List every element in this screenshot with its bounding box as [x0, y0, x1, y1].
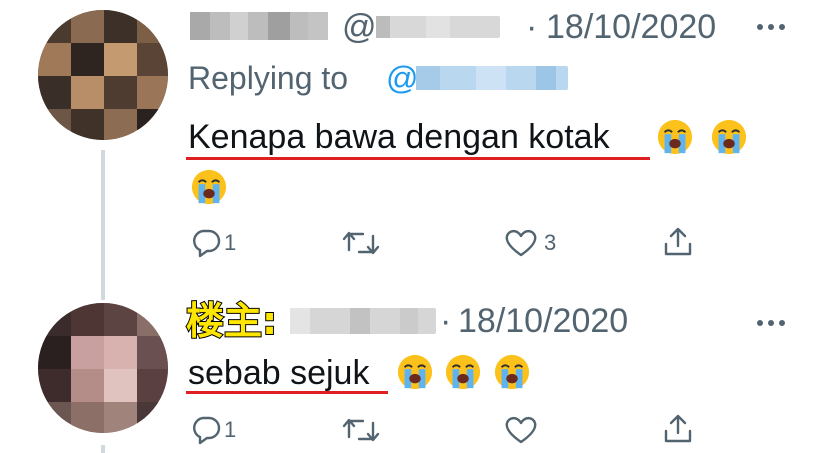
thread-owner-label: 楼主: [185, 299, 278, 343]
mention-redacted[interactable] [416, 66, 568, 90]
tweet-date[interactable]: 18/10/2020 [458, 304, 628, 338]
avatar[interactable] [38, 10, 168, 140]
replying-to-mention[interactable]: @ [386, 62, 418, 94]
avatar[interactable] [38, 303, 168, 433]
crying-face-icon [397, 354, 433, 390]
like-count: 3 [544, 230, 557, 255]
reply-count: 1 [224, 230, 237, 255]
reply-icon [193, 416, 221, 445]
tweet-date[interactable]: 18/10/2020 [546, 10, 716, 44]
handle-redacted[interactable] [376, 16, 500, 38]
crying-face-icon [494, 354, 530, 390]
highlight-underline [186, 391, 388, 394]
crying-face-icon [191, 169, 227, 205]
thread-connector-tail [101, 445, 105, 453]
retweet-button[interactable] [342, 415, 380, 445]
retweet-icon [342, 231, 380, 255]
display-name-redacted[interactable] [190, 12, 328, 40]
thread-connector [101, 150, 105, 300]
like-button[interactable]: 3 [504, 228, 556, 258]
crying-face-icon [711, 119, 747, 155]
date-separator: · [526, 8, 538, 46]
tweet-text: sebab sejuk [188, 354, 370, 392]
like-icon [505, 416, 537, 444]
crying-face-icon [445, 354, 481, 390]
display-name-redacted[interactable] [290, 308, 436, 334]
more-icon[interactable] [756, 316, 786, 328]
reply-count: 1 [224, 417, 237, 442]
like-button[interactable] [504, 415, 538, 445]
date-separator: · [440, 302, 452, 340]
more-icon[interactable] [756, 20, 786, 32]
like-icon [505, 229, 537, 257]
tweet-text: Kenapa bawa dengan kotak [188, 118, 610, 156]
share-button[interactable] [662, 226, 694, 258]
share-button[interactable] [662, 413, 694, 445]
share-icon [664, 414, 692, 443]
replying-to-label: Replying to [188, 60, 349, 96]
retweet-button[interactable] [342, 228, 380, 258]
handle-prefix: @ [342, 8, 377, 46]
reply-button[interactable]: 1 [190, 228, 236, 258]
share-icon [664, 227, 692, 256]
crying-face-icon [657, 119, 693, 155]
retweet-icon [342, 418, 380, 442]
highlight-underline [186, 157, 650, 160]
reply-icon [193, 229, 221, 258]
reply-button[interactable]: 1 [190, 415, 236, 445]
